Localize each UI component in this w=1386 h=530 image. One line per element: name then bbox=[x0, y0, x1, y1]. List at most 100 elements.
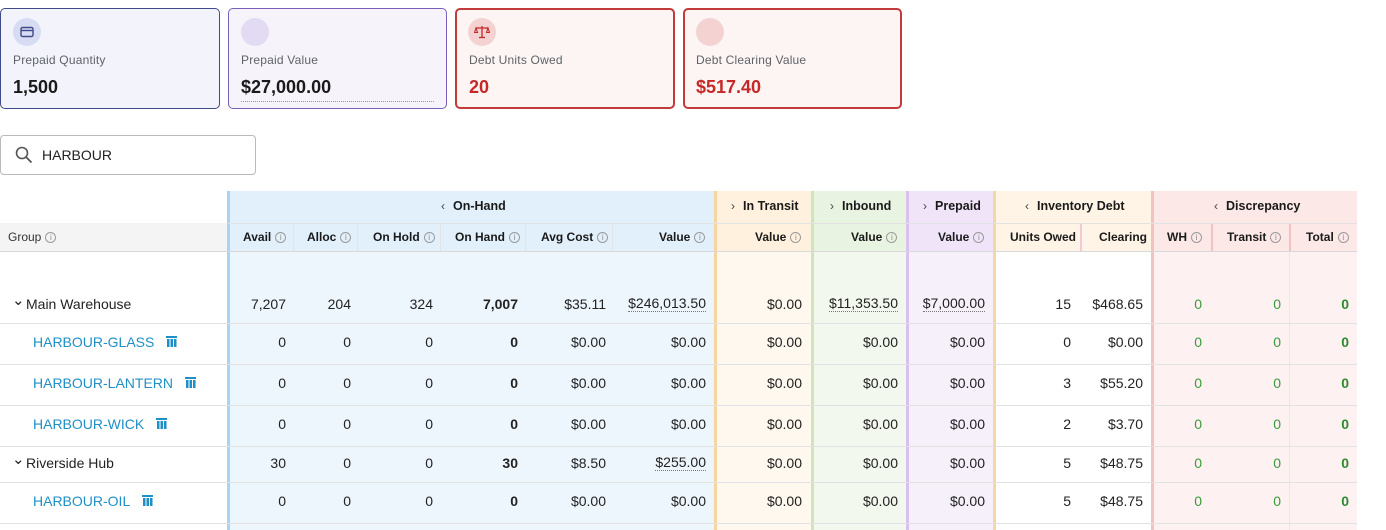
bar-chart-icon[interactable] bbox=[156, 416, 168, 432]
search-box[interactable] bbox=[0, 135, 256, 175]
cell-avail: 0 bbox=[278, 493, 286, 509]
kpi-card-prepaid-value[interactable]: Prepaid Value $27,000.00 bbox=[228, 8, 447, 109]
column-header-clearing[interactable]: Clearing bbox=[1099, 230, 1147, 244]
info-icon[interactable]: i bbox=[1337, 231, 1349, 243]
cell-total: 0 bbox=[1341, 455, 1349, 471]
chevron-down-icon[interactable]: ⌄ bbox=[12, 452, 25, 467]
kpi-card-debt-clearing-value[interactable]: Debt Clearing Value $517.40 bbox=[683, 8, 902, 109]
chevron-down-icon[interactable]: ⌄ bbox=[12, 293, 25, 308]
cell-on-hand: 7,007 bbox=[482, 296, 518, 312]
divider bbox=[0, 405, 1357, 406]
bar-chart-icon[interactable] bbox=[185, 375, 197, 391]
column-header-alloc[interactable]: Alloc i bbox=[307, 230, 352, 244]
bar-chart-icon[interactable] bbox=[166, 334, 178, 350]
cell-transit: 0 bbox=[1273, 296, 1281, 312]
cell-avg-cost: $0.00 bbox=[570, 334, 606, 350]
inbound-group-header[interactable]: › Inbound bbox=[830, 199, 891, 213]
cell-transit: 0 bbox=[1273, 493, 1281, 509]
info-icon[interactable]: i bbox=[275, 231, 287, 243]
cell-on-hand: 30 bbox=[502, 455, 518, 471]
column-header-on-hold[interactable]: On Hold i bbox=[373, 230, 435, 244]
divider bbox=[1289, 224, 1291, 252]
cell-prepaid-value: $0.00 bbox=[949, 334, 985, 350]
cell-inbound-value: $11,353.50 bbox=[828, 295, 898, 312]
discrepancy-group-header[interactable]: ‹ Discrepancy bbox=[1214, 199, 1300, 213]
info-icon[interactable]: i bbox=[973, 231, 985, 243]
info-icon[interactable]: i bbox=[1191, 231, 1202, 243]
group-header-label: In Transit bbox=[743, 199, 799, 213]
inventory-table: ‹ On-Hand › In Transit › Inbound › Prepaid ‹… bbox=[0, 191, 1357, 530]
cell-total: 0 bbox=[1341, 416, 1349, 432]
divider bbox=[811, 191, 814, 530]
sku-link[interactable]: HARBOUR-OIL bbox=[33, 493, 130, 509]
divider bbox=[0, 446, 1357, 447]
cell-alloc: 0 bbox=[343, 375, 351, 391]
kpi-label: Prepaid Value bbox=[241, 53, 319, 67]
divider bbox=[357, 224, 358, 252]
info-icon[interactable]: i bbox=[694, 231, 706, 243]
cell-total: 0 bbox=[1341, 493, 1349, 509]
cell-inbound-value: $0.00 bbox=[862, 493, 898, 509]
column-header-transit-value[interactable]: Value i bbox=[755, 230, 802, 244]
bar-chart-icon[interactable] bbox=[142, 493, 154, 509]
divider bbox=[1289, 252, 1290, 530]
scale-icon bbox=[468, 18, 496, 46]
column-header-prepaid-value[interactable]: Value i bbox=[938, 230, 985, 244]
kpi-card-debt-units-owed[interactable]: Debt Units Owed 20 bbox=[455, 8, 675, 109]
cell-inbound-value: $0.00 bbox=[862, 416, 898, 432]
search-input[interactable] bbox=[42, 145, 242, 165]
info-icon[interactable]: i bbox=[1270, 231, 1282, 243]
prepaid-group-header[interactable]: › Prepaid bbox=[923, 199, 981, 213]
column-header-group[interactable]: Group i bbox=[8, 230, 57, 244]
column-header-avail[interactable]: Avail i bbox=[243, 230, 287, 244]
cell-units-owed: 2 bbox=[1063, 416, 1071, 432]
cell-on-hold: 0 bbox=[425, 334, 433, 350]
column-header-on-hand[interactable]: On Hand i bbox=[455, 230, 520, 244]
cell-on-hand: 0 bbox=[510, 334, 518, 350]
sku-link[interactable]: HARBOUR-WICK bbox=[33, 416, 144, 432]
column-label: Group bbox=[8, 230, 42, 244]
info-icon[interactable]: i bbox=[423, 231, 435, 243]
column-label: Units Owed bbox=[1010, 230, 1077, 244]
credit-card-icon bbox=[13, 18, 41, 46]
column-header-units-owed[interactable]: Units Owed bbox=[1010, 230, 1076, 244]
column-header-total[interactable]: Total i bbox=[1306, 230, 1349, 244]
chevron-right-icon: › bbox=[731, 199, 735, 213]
cell-avg-cost: $8.50 bbox=[570, 455, 606, 471]
in-transit-group-header[interactable]: › In Transit bbox=[731, 199, 799, 213]
column-header-wh[interactable]: WH i bbox=[1167, 230, 1202, 244]
cell-avail: 0 bbox=[278, 375, 286, 391]
group-row-label[interactable]: ⌄ Riverside Hub bbox=[12, 452, 114, 471]
inventory-debt-group-header[interactable]: ‹ Inventory Debt bbox=[1025, 199, 1125, 213]
sku-link[interactable]: HARBOUR-LANTERN bbox=[33, 375, 173, 391]
info-icon[interactable]: i bbox=[509, 231, 520, 243]
info-icon[interactable]: i bbox=[790, 231, 802, 243]
cell-transit-value: $0.00 bbox=[766, 493, 802, 509]
group-header-label: Prepaid bbox=[935, 199, 981, 213]
cell-units-owed: 0 bbox=[1063, 334, 1071, 350]
cell-on-hand: 0 bbox=[510, 493, 518, 509]
on-hand-group-header[interactable]: ‹ On-Hand bbox=[441, 199, 506, 213]
cell-transit: 0 bbox=[1273, 334, 1281, 350]
sku-row-label: HARBOUR-GLASS bbox=[33, 334, 178, 350]
sku-link[interactable]: HARBOUR-GLASS bbox=[33, 334, 154, 350]
column-header-inbound-value[interactable]: Value i bbox=[851, 230, 898, 244]
kpi-value: 20 bbox=[469, 77, 490, 97]
cell-inbound-value: $0.00 bbox=[862, 375, 898, 391]
kpi-value: $517.40 bbox=[696, 77, 762, 97]
info-icon[interactable]: i bbox=[45, 231, 57, 243]
group-row-label[interactable]: ⌄ Main Warehouse bbox=[12, 293, 131, 312]
info-icon[interactable]: i bbox=[886, 231, 898, 243]
info-icon[interactable]: i bbox=[340, 231, 352, 243]
column-label: Clearing bbox=[1099, 230, 1148, 244]
info-icon[interactable]: i bbox=[597, 231, 609, 243]
cell-units-owed: 5 bbox=[1063, 455, 1071, 471]
cell-inbound-value: $0.00 bbox=[862, 455, 898, 471]
column-header-transit[interactable]: Transit i bbox=[1227, 230, 1282, 244]
column-header-avg-cost[interactable]: Avg Cost i bbox=[541, 230, 609, 244]
cell-transit: 0 bbox=[1273, 375, 1281, 391]
cell-transit-value: $0.00 bbox=[766, 334, 802, 350]
kpi-card-prepaid-quantity[interactable]: Prepaid Quantity 1,500 bbox=[0, 8, 220, 109]
column-header-value[interactable]: Value i bbox=[659, 230, 706, 244]
divider bbox=[1080, 224, 1082, 252]
